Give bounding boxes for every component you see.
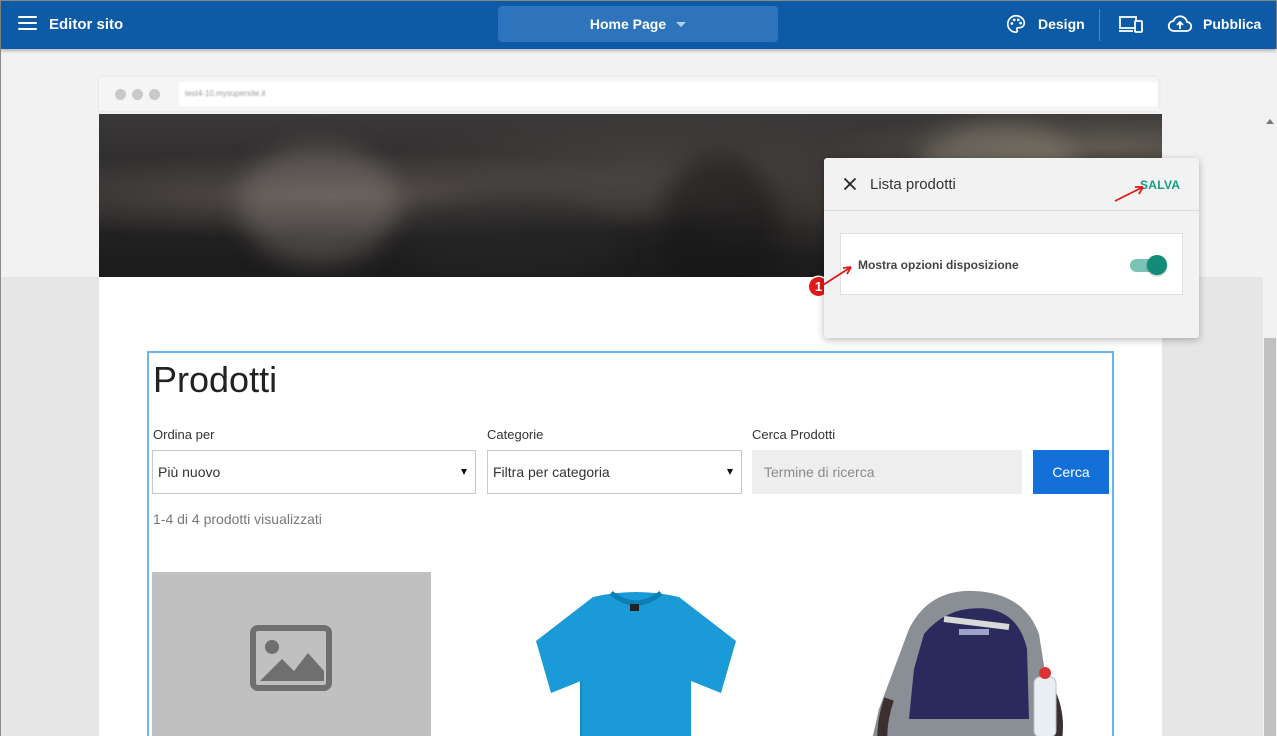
page-selector[interactable]: Home Page bbox=[498, 6, 778, 42]
product-list-section[interactable]: Prodotti Ordina per Più nuovo Categorie … bbox=[147, 351, 1114, 736]
design-label: Design bbox=[1038, 16, 1085, 32]
search-label: Cerca Prodotti bbox=[752, 427, 836, 442]
section-title: Prodotti bbox=[153, 359, 278, 400]
category-select[interactable]: Filtra per categoria bbox=[487, 450, 742, 494]
layout-options-toggle[interactable] bbox=[1128, 254, 1168, 276]
scrollbar-thumb[interactable] bbox=[1264, 338, 1276, 736]
search-input[interactable] bbox=[752, 450, 1022, 494]
menu-icon[interactable] bbox=[18, 16, 37, 32]
design-button[interactable]: Design bbox=[1005, 13, 1085, 35]
scroll-up-arrow-icon[interactable] bbox=[1266, 119, 1274, 124]
panel-title: Lista prodotti bbox=[870, 176, 956, 193]
callout-arrow-1 bbox=[822, 266, 852, 286]
device-preview-button[interactable] bbox=[1118, 15, 1144, 35]
page-selector-label: Home Page bbox=[589, 16, 667, 32]
window-dot bbox=[115, 89, 126, 100]
chevron-down-icon bbox=[676, 22, 687, 27]
cloud-upload-icon bbox=[1167, 15, 1193, 32]
publish-button[interactable]: Pubblica bbox=[1167, 13, 1261, 35]
close-icon[interactable] bbox=[843, 177, 857, 191]
sort-select-value: Più nuovo bbox=[158, 464, 221, 480]
product-image-placeholder[interactable] bbox=[152, 572, 431, 736]
category-label: Categorie bbox=[487, 427, 544, 442]
toolbar-divider bbox=[1099, 9, 1100, 41]
search-button[interactable]: Cerca bbox=[1033, 450, 1109, 494]
devices-icon bbox=[1119, 16, 1143, 33]
window-dot bbox=[149, 89, 160, 100]
layout-options-row: Mostra opzioni disposizione bbox=[840, 233, 1183, 295]
image-placeholder-icon bbox=[250, 625, 332, 691]
dropdown-arrow-icon bbox=[727, 469, 733, 475]
palette-icon bbox=[1007, 14, 1026, 34]
sort-select[interactable]: Più nuovo bbox=[152, 450, 476, 494]
layout-options-label: Mostra opzioni disposizione bbox=[858, 258, 1019, 272]
sort-label: Ordina per bbox=[153, 427, 215, 442]
url-field: test4-10.mysuperxite.it bbox=[179, 82, 1157, 106]
window-dot bbox=[132, 89, 143, 100]
dropdown-arrow-icon bbox=[461, 469, 467, 475]
results-count: 1-4 di 4 prodotti visualizzati bbox=[153, 511, 322, 527]
callout-arrow-2 bbox=[1114, 186, 1144, 202]
vertical-scrollbar[interactable] bbox=[1263, 49, 1277, 736]
category-select-value: Filtra per categoria bbox=[493, 464, 610, 480]
app-title: Editor sito bbox=[49, 16, 124, 33]
backpack-product-image[interactable] bbox=[849, 589, 1089, 736]
publish-label: Pubblica bbox=[1203, 16, 1262, 32]
tshirt-product-image[interactable] bbox=[531, 589, 741, 736]
toggle-knob bbox=[1147, 255, 1167, 275]
browser-preview-bar: test4-10.mysuperxite.it bbox=[99, 77, 1159, 111]
top-bar: Editor sito Home Page Design Pubblica bbox=[1, 1, 1276, 49]
